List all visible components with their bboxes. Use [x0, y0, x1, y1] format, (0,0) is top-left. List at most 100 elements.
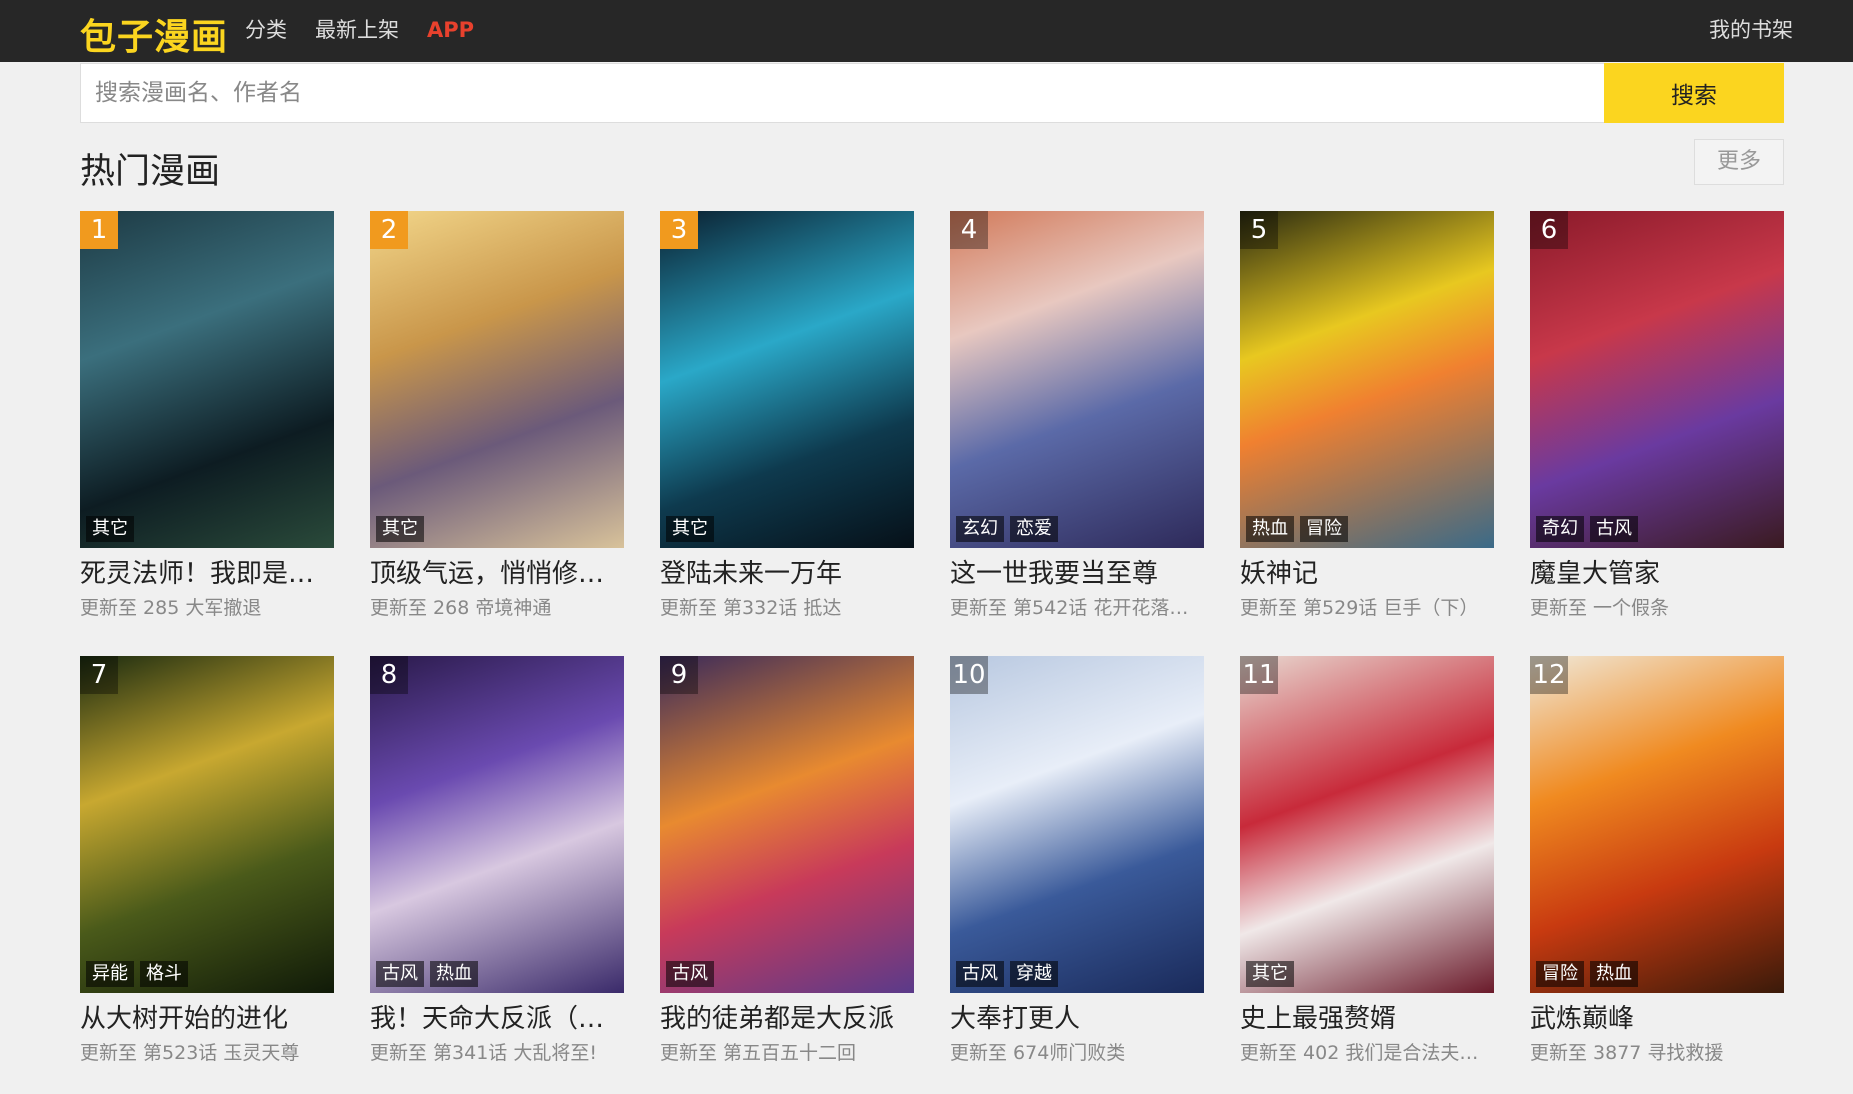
rank-badge: 8	[370, 656, 408, 694]
genre-tags: 玄幻 恋爱	[956, 516, 1064, 542]
genre-tags: 其它	[86, 516, 140, 542]
latest-chapter[interactable]: 更新至 第542话 花开花落花…	[950, 595, 1204, 621]
more-button[interactable]: 更多	[1694, 139, 1784, 185]
comic-title[interactable]: 大奉打更人	[950, 1002, 1204, 1036]
rank-badge: 6	[1530, 211, 1568, 249]
genre-tag: 其它	[376, 516, 424, 542]
genre-tags: 其它	[376, 516, 430, 542]
comic-card[interactable]: 6 奇幻 古风魔皇大管家更新至 一个假条	[1530, 211, 1784, 656]
genre-tag: 古风	[666, 961, 714, 987]
rank-badge: 7	[80, 656, 118, 694]
latest-chapter[interactable]: 更新至 3877 寻找救援	[1530, 1040, 1784, 1066]
genre-tag: 古风	[376, 961, 424, 987]
comic-title[interactable]: 魔皇大管家	[1530, 557, 1784, 591]
comic-title[interactable]: 死灵法师！我即是…	[80, 557, 334, 591]
latest-chapter[interactable]: 更新至 402 我们是合法夫妻…	[1240, 1040, 1494, 1066]
comic-cover-image[interactable]: 4 玄幻 恋爱	[950, 211, 1204, 548]
genre-tag: 热血	[430, 961, 478, 987]
genre-tag: 奇幻	[1536, 516, 1584, 542]
rank-badge: 11	[1240, 656, 1278, 694]
latest-chapter[interactable]: 更新至 第332话 抵达	[660, 595, 914, 621]
comic-title[interactable]: 顶级气运，悄悄修…	[370, 557, 624, 591]
comic-cover-image[interactable]: 12 冒险 热血	[1530, 656, 1784, 993]
comic-title[interactable]: 史上最强赘婿	[1240, 1002, 1494, 1036]
section-title: 热门漫画	[80, 152, 221, 192]
site-logo[interactable]: 包子漫画	[80, 8, 228, 60]
comic-cover-image[interactable]: 7 异能 格斗	[80, 656, 334, 993]
comic-cover-image[interactable]: 9 古风	[660, 656, 914, 993]
genre-tag: 冒险	[1536, 961, 1584, 987]
comic-card[interactable]: 1 其它死灵法师！我即是… 更新至 285 大军撤退	[80, 211, 334, 656]
genre-tags: 其它	[666, 516, 720, 542]
search-input[interactable]	[80, 63, 1604, 123]
genre-tags: 古风 热血	[376, 961, 484, 987]
comic-title[interactable]: 妖神记	[1240, 557, 1494, 591]
rank-badge: 1	[80, 211, 118, 249]
search-bar: 搜索	[80, 63, 1784, 123]
latest-chapter[interactable]: 更新至 268 帝境神通	[370, 595, 624, 621]
comic-title[interactable]: 我！天命大反派（…	[370, 1002, 624, 1036]
comic-cover-image[interactable]: 1 其它	[80, 211, 334, 548]
comic-card[interactable]: 7 异能 格斗从大树开始的进化更新至 第523话 玉灵天尊	[80, 656, 334, 1086]
nav-app-link[interactable]: APP	[427, 16, 474, 44]
genre-tag: 异能	[86, 961, 134, 987]
rank-badge: 4	[950, 211, 988, 249]
latest-chapter[interactable]: 更新至 第523话 玉灵天尊	[80, 1040, 334, 1066]
comic-title[interactable]: 登陆未来一万年	[660, 557, 914, 591]
comic-card[interactable]: 4 玄幻 恋爱这一世我要当至尊更新至 第542话 花开花落花…	[950, 211, 1204, 656]
genre-tag: 冒险	[1300, 516, 1348, 542]
genre-tag: 恋爱	[1010, 516, 1058, 542]
genre-tag: 古风	[1590, 516, 1638, 542]
comic-title[interactable]: 武炼巅峰	[1530, 1002, 1784, 1036]
latest-chapter[interactable]: 更新至 一个假条	[1530, 595, 1784, 621]
rank-badge: 10	[950, 656, 988, 694]
comic-cover-image[interactable]: 10 古风 穿越	[950, 656, 1204, 993]
rank-badge: 5	[1240, 211, 1278, 249]
comic-title[interactable]: 我的徒弟都是大反派	[660, 1002, 914, 1036]
comic-card[interactable]: 8 古风 热血我！天命大反派（… 更新至 第341话 大乱将至!	[370, 656, 624, 1086]
comic-card[interactable]: 2 其它顶级气运，悄悄修… 更新至 268 帝境神通	[370, 211, 624, 656]
search-button[interactable]: 搜索	[1604, 63, 1784, 123]
genre-tags: 异能 格斗	[86, 961, 194, 987]
comic-card[interactable]: 3 其它登陆未来一万年更新至 第332话 抵达	[660, 211, 914, 656]
comic-cover-image[interactable]: 2 其它	[370, 211, 624, 548]
rank-badge: 12	[1530, 656, 1568, 694]
genre-tag: 其它	[86, 516, 134, 542]
genre-tag: 热血	[1590, 961, 1638, 987]
comic-cover-image[interactable]: 3 其它	[660, 211, 914, 548]
rank-badge: 2	[370, 211, 408, 249]
comic-cover-image[interactable]: 8 古风 热血	[370, 656, 624, 993]
latest-chapter[interactable]: 更新至 285 大军撤退	[80, 595, 334, 621]
rank-badge: 3	[660, 211, 698, 249]
genre-tag: 古风	[956, 961, 1004, 987]
comic-cover-image[interactable]: 11 其它	[1240, 656, 1494, 993]
latest-chapter[interactable]: 更新至 第529话 巨手（下）	[1240, 595, 1494, 621]
genre-tags: 古风	[666, 961, 720, 987]
genre-tag: 其它	[1246, 961, 1294, 987]
main-nav: 分类 最新上架 APP	[245, 16, 502, 44]
comic-card[interactable]: 10 古风 穿越大奉打更人更新至 674师门败类	[950, 656, 1204, 1086]
comic-grid: 1 其它 死灵法师！我即是… 更新至 285 大军撤退 2 其它 顶级气运，悄悄修… 更新至 …	[80, 211, 1784, 1086]
nav-category-link[interactable]: 分类	[245, 16, 287, 44]
comic-cover-image[interactable]: 6 奇幻 古风	[1530, 211, 1784, 548]
genre-tag: 热血	[1246, 516, 1294, 542]
genre-tag: 其它	[666, 516, 714, 542]
comic-card[interactable]: 11 其它史上最强赘婿更新至 402 我们是合法夫妻…	[1240, 656, 1494, 1086]
comic-card[interactable]: 5 热血 冒险妖神记更新至 第529话 巨手（下）	[1240, 211, 1494, 656]
genre-tag: 格斗	[140, 961, 188, 987]
genre-tags: 其它	[1246, 961, 1300, 987]
nav-latest-link[interactable]: 最新上架	[315, 16, 399, 44]
comic-title[interactable]: 这一世我要当至尊	[950, 557, 1204, 591]
latest-chapter[interactable]: 更新至 第341话 大乱将至!	[370, 1040, 624, 1066]
latest-chapter[interactable]: 更新至 第五百五十二回	[660, 1040, 914, 1066]
comic-title[interactable]: 从大树开始的进化	[80, 1002, 334, 1036]
comic-card[interactable]: 12 冒险 热血武炼巅峰更新至 3877 寻找救援	[1530, 656, 1784, 1086]
genre-tags: 古风 穿越	[956, 961, 1064, 987]
genre-tags: 热血 冒险	[1246, 516, 1354, 542]
comic-cover-image[interactable]: 5 热血 冒险	[1240, 211, 1494, 548]
comic-card[interactable]: 9 古风我的徒弟都是大反派更新至 第五百五十二回	[660, 656, 914, 1086]
latest-chapter[interactable]: 更新至 674师门败类	[950, 1040, 1204, 1066]
my-bookshelf-link[interactable]: 我的书架	[1709, 16, 1793, 44]
top-navbar: 包子漫画 分类 最新上架 APP 我的书架	[0, 0, 1853, 62]
genre-tags: 冒险 热血	[1536, 961, 1644, 987]
